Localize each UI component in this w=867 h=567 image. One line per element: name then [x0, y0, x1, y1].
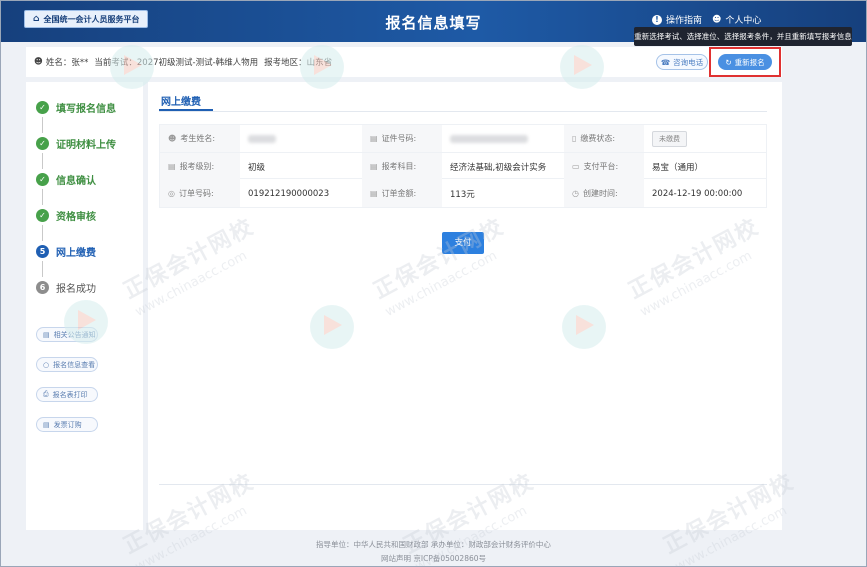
step-number: 5: [36, 244, 49, 258]
info-key: ◎ 订单号码:: [160, 180, 240, 207]
page-footer: 指导单位：中华人民共和国财政部 承办单位：财政部会计财务评价中心 网站声明 京I…: [0, 539, 867, 564]
info-row: ▤ 报考级别: 初级 ▤ 报考科目: 经济法基础,初级会计实务 ▭ 支付平台: 易宝（…: [160, 152, 766, 180]
print-form-label: 报名表打印: [52, 390, 88, 399]
announcements-button[interactable]: ▤ 相关公告通知: [36, 327, 98, 342]
user-center-link[interactable]: ☻ 个人中心: [712, 13, 762, 27]
refresh-icon: ↻: [725, 57, 732, 67]
phone-icon: ☎: [660, 57, 671, 67]
exam-region: 报考地区：山东省: [264, 58, 333, 68]
order-icon: ◎: [168, 189, 175, 198]
step-upload-proof[interactable]: ✓ 证明材料上传: [36, 133, 116, 153]
step-label: 信息确认: [56, 175, 96, 187]
footer-links[interactable]: 网站声明 京ICP备05002860号: [0, 553, 867, 564]
person-icon: ☻: [168, 134, 177, 143]
payment-info-grid: ☻ 考生姓名: ▤ 证件号码: ▯ 缴费状态: 未缴费 ▤ 报考级别: 初级 ▤ 报考科目…: [159, 124, 767, 208]
notice-icon: ▤: [43, 330, 50, 339]
info-key: ▤ 订单金额:: [362, 180, 442, 207]
step-connector: [42, 261, 43, 277]
tab-divider: [159, 111, 767, 112]
check-icon: ✓: [36, 136, 49, 150]
step-fill-info[interactable]: ✓ 填写报名信息: [36, 97, 116, 117]
info-value: 2024-12-19 00:00:00: [652, 188, 743, 199]
step-confirm-info[interactable]: ✓ 信息确认: [36, 169, 96, 189]
check-icon: ✓: [36, 208, 49, 222]
level-icon: ▤: [168, 162, 176, 171]
reapply-tooltip: 重新选择考试、选择准位、选择报考条件，并且重新填写报考信息: [634, 27, 852, 46]
view-registration-button[interactable]: ○ 报名信息查看: [36, 357, 98, 372]
redacted-name: [248, 134, 276, 143]
info-row: ☻ 考生姓名: ▤ 证件号码: ▯ 缴费状态: 未缴费: [160, 125, 766, 152]
footer-sponsors: 指导单位：中华人民共和国财政部 承办单位：财政部会计财务评价中心: [316, 540, 551, 549]
user-center-label: 个人中心: [725, 16, 762, 26]
amount-icon: ▤: [370, 189, 378, 198]
info-row: ◎ 订单号码: 019212190000023 ▤ 订单金额: 113元 ◷ 创建时间…: [160, 180, 766, 207]
info-value: [240, 125, 362, 152]
user-icon: ☻: [712, 14, 722, 25]
announcements-label: 相关公告通知: [53, 330, 96, 339]
clock-icon: ◷: [572, 189, 579, 198]
info-value: 经济法基础,初级会计实务: [450, 162, 547, 173]
step-online-payment[interactable]: 5 网上缴费: [36, 241, 96, 261]
info-icon: !: [652, 14, 662, 25]
redacted-id-number: [450, 134, 528, 143]
step-label: 资格审核: [56, 211, 96, 223]
reapply-button[interactable]: ↻ 重新报名: [718, 54, 772, 70]
tab-online-payment[interactable]: 网上缴费: [161, 93, 201, 108]
step-label: 报名成功: [56, 283, 96, 295]
guide-label: 操作指南: [666, 16, 703, 26]
consult-phone-button[interactable]: ☎ 咨询电话: [656, 54, 708, 70]
bottom-divider: [159, 484, 767, 485]
search-icon: ○: [43, 360, 50, 369]
step-label: 填写报名信息: [56, 103, 116, 115]
main-panel: 网上缴费 ☻ 考生姓名: ▤ 证件号码: ▯ 缴费状态: 未缴费 ▤ 报考级别: 初级 …: [148, 82, 782, 530]
step-qualification-review[interactable]: ✓ 资格审核: [36, 205, 96, 225]
step-connector: [42, 189, 43, 205]
view-registration-label: 报名信息查看: [53, 360, 96, 369]
check-icon: ✓: [36, 100, 49, 114]
progress-sidebar: ✓ 填写报名信息 ✓ 证明材料上传 ✓ 信息确认 ✓ 资格审核 5 网上缴费 6…: [26, 82, 143, 530]
info-key: ▯ 缴费状态:: [564, 125, 644, 152]
info-key: ▤ 报考级别:: [160, 153, 240, 180]
check-icon: ✓: [36, 172, 49, 186]
info-key: ▤ 报考科目:: [362, 153, 442, 180]
print-icon: ⎙: [43, 390, 49, 398]
step-label: 证明材料上传: [56, 139, 116, 151]
reapply-label: 重新报名: [734, 57, 765, 67]
consult-phone-label: 咨询电话: [673, 57, 704, 67]
step-connector: [42, 225, 43, 241]
invoice-order-button[interactable]: ▤ 发票订购: [36, 417, 98, 432]
invoice-order-label: 发票订购: [53, 420, 82, 429]
user-icon: ☻: [34, 57, 43, 67]
info-key: ▭ 支付平台:: [564, 153, 644, 180]
invoice-icon: ▤: [43, 420, 50, 429]
info-value: 113元: [450, 189, 475, 200]
print-form-button[interactable]: ⎙ 报名表打印: [36, 387, 98, 402]
info-value: 019212190000023: [248, 188, 330, 199]
current-exam: 当前考试：2027初级测试-测试-韩维人物用: [94, 58, 259, 68]
info-value: 易宝（通用）: [652, 162, 704, 173]
info-key: ◷ 创建时间:: [564, 180, 644, 207]
subject-icon: ▤: [370, 162, 378, 171]
monitor-icon: ▭: [572, 162, 580, 171]
info-key: ☻ 考生姓名:: [160, 125, 240, 152]
step-registration-success: 6 报名成功: [36, 277, 96, 297]
info-value: 初级: [248, 162, 266, 173]
info-value: [442, 125, 564, 152]
info-key: ▤ 证件号码:: [362, 125, 442, 152]
candidate-name: 姓名：张**: [45, 58, 89, 68]
step-connector: [42, 153, 43, 169]
info-value: 未缴费: [644, 125, 766, 152]
step-label: 网上缴费: [56, 247, 96, 259]
phone-icon: ▯: [572, 134, 577, 143]
step-number: 6: [36, 280, 49, 294]
payment-status-badge: 未缴费: [652, 130, 687, 147]
id-card-icon: ▤: [370, 134, 378, 143]
pay-button[interactable]: 支付: [442, 232, 484, 254]
step-connector: [42, 117, 43, 133]
guide-link[interactable]: ! 操作指南: [652, 13, 702, 26]
